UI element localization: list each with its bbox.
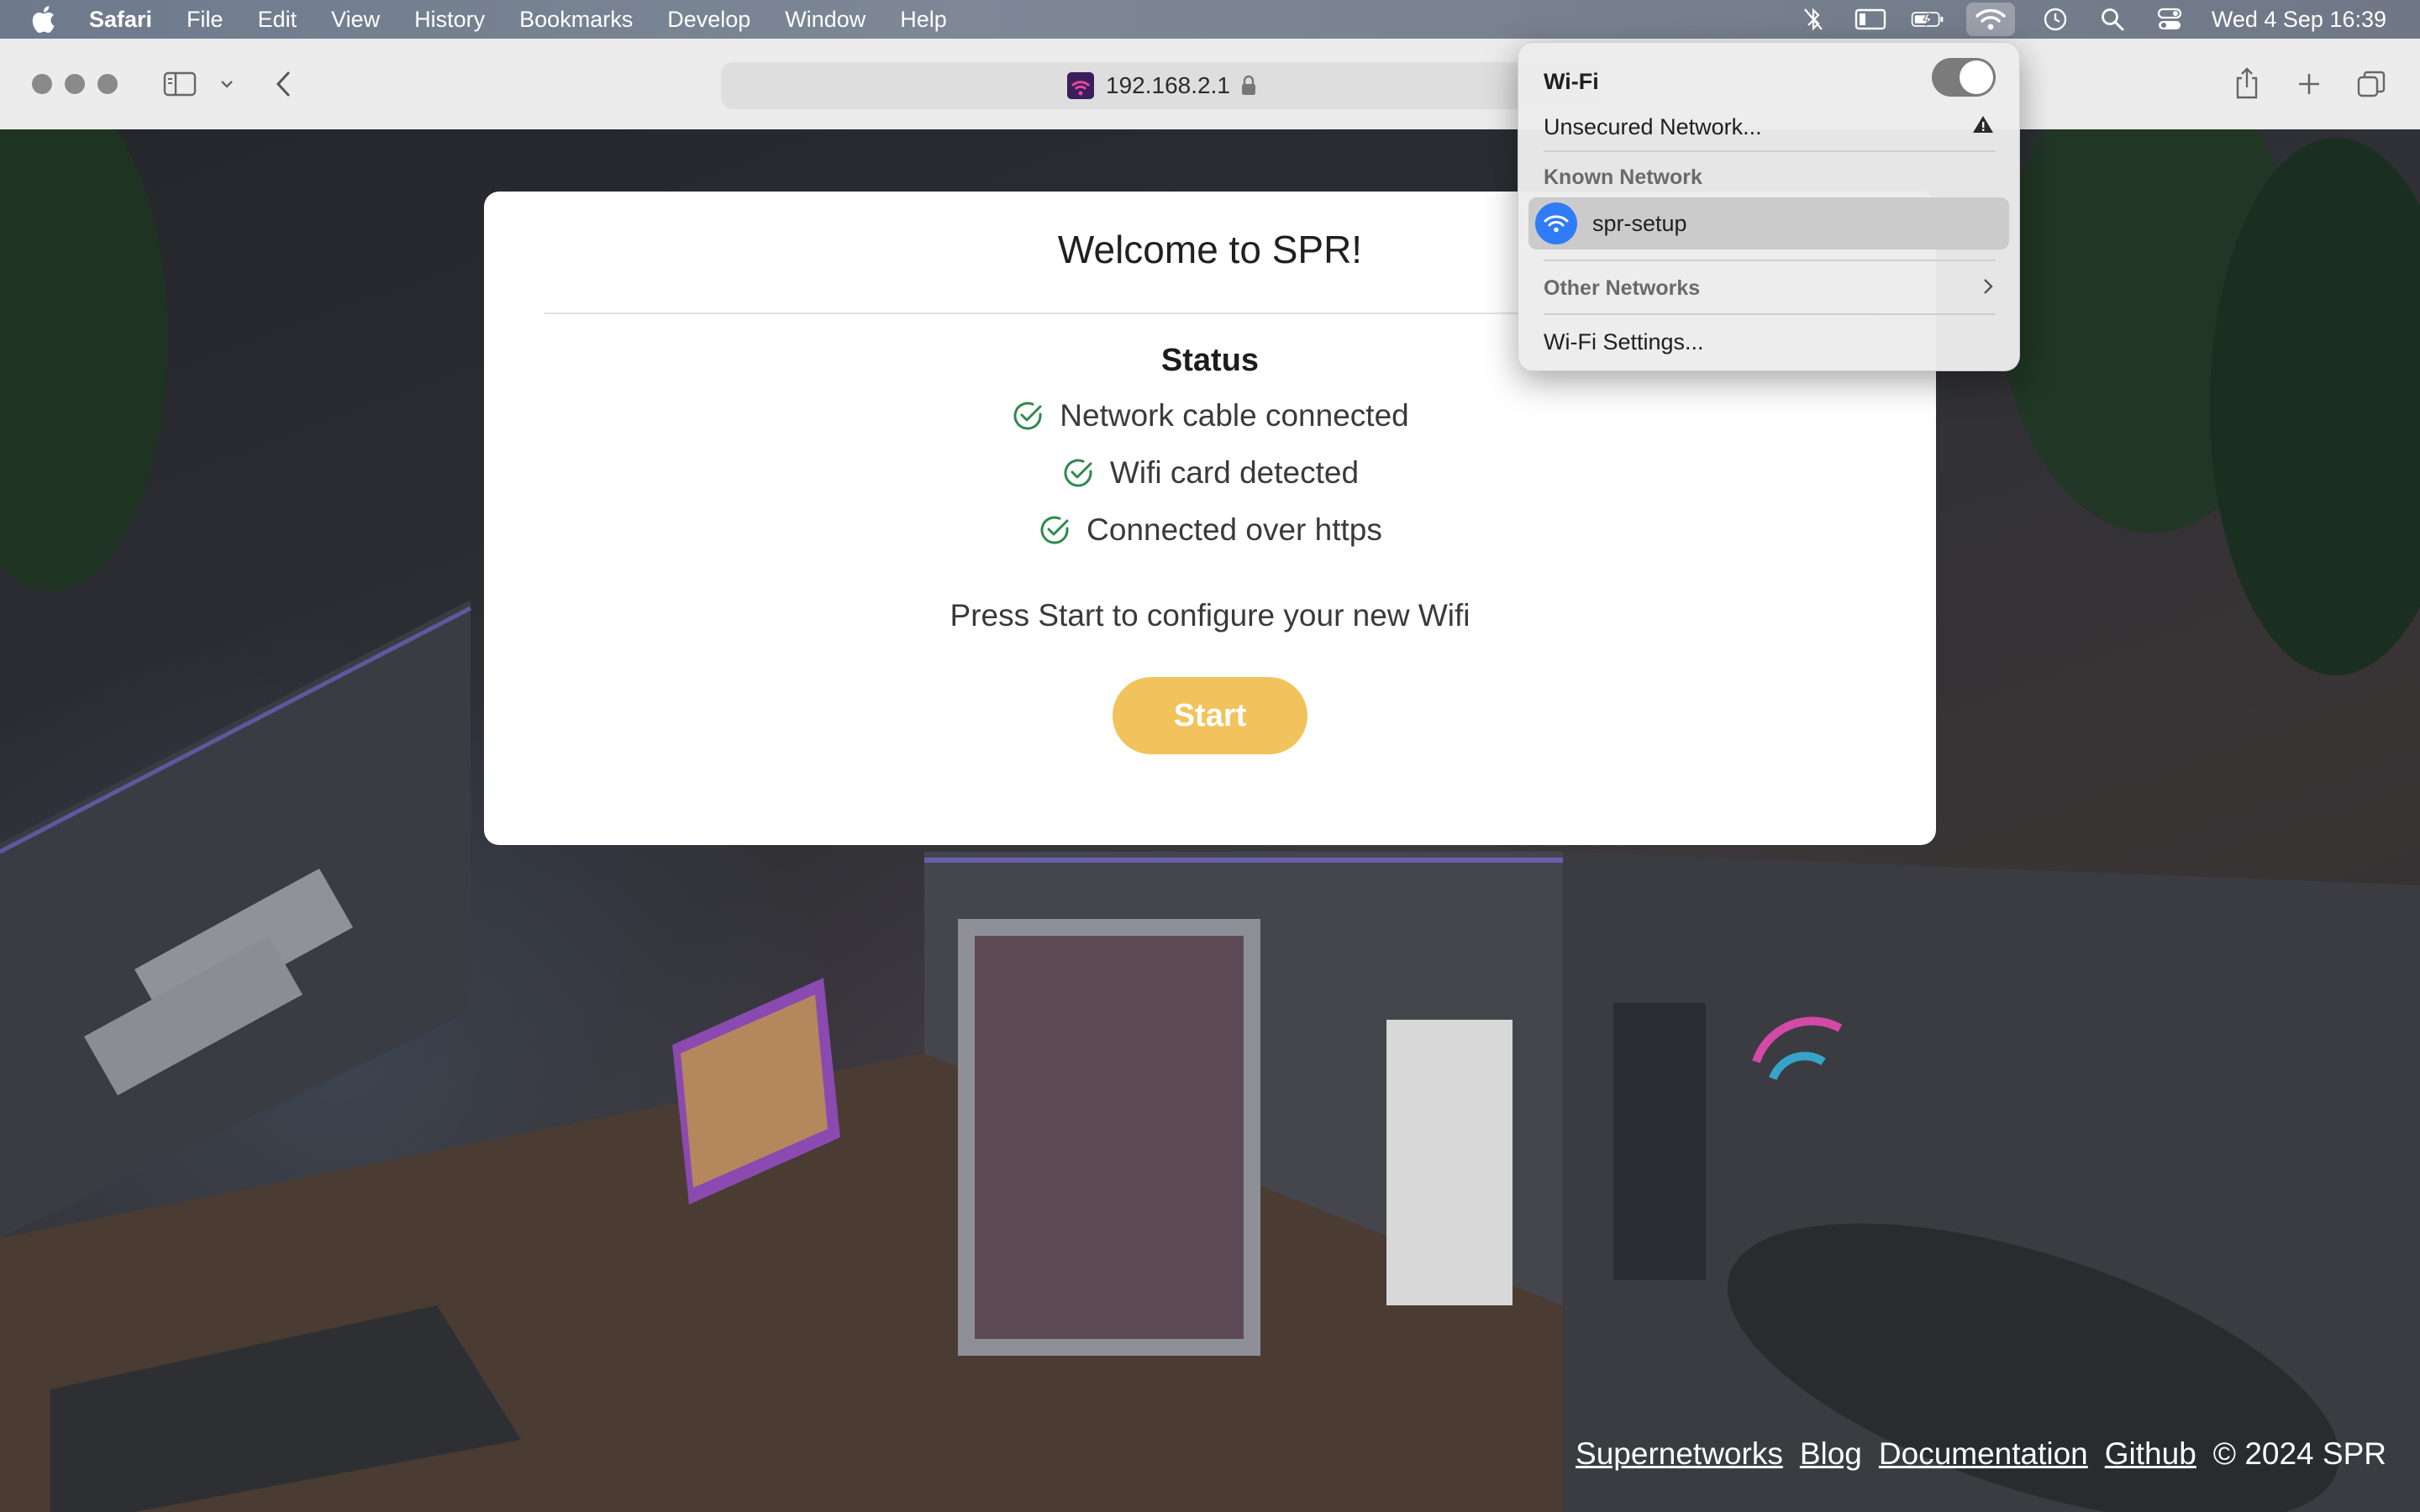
- menu-file[interactable]: File: [187, 7, 224, 33]
- known-network-item[interactable]: spr-setup: [1528, 197, 2009, 249]
- unsecured-network-item[interactable]: Unsecured Network...: [1544, 110, 1994, 144]
- spotlight-icon[interactable]: [2096, 3, 2129, 36]
- page-footer: Supernetworks Blog Documentation Github …: [1576, 1436, 2386, 1472]
- apple-logo-icon[interactable]: [30, 5, 59, 34]
- known-network-name: spr-setup: [1592, 210, 1687, 236]
- address-bar[interactable]: 192.168.2.1: [721, 62, 1603, 109]
- window-controls: [32, 74, 118, 94]
- address-text: 192.168.2.1: [1106, 72, 1230, 98]
- minimize-window-button[interactable]: [65, 74, 85, 94]
- new-tab-icon[interactable]: [2292, 67, 2326, 101]
- menu-help[interactable]: Help: [900, 7, 947, 33]
- wifi-settings-label: Wi-Fi Settings...: [1544, 328, 1704, 354]
- control-center-icon[interactable]: [2153, 3, 2186, 36]
- menu-app-name[interactable]: Safari: [89, 7, 152, 33]
- menu-bookmarks[interactable]: Bookmarks: [519, 7, 633, 33]
- check-circle-icon: [1038, 513, 1071, 547]
- footer-link-github[interactable]: Github: [2105, 1436, 2196, 1472]
- status-item: Network cable connected: [484, 398, 1936, 433]
- menu-clock[interactable]: Wed 4 Sep 16:39: [2212, 7, 2386, 33]
- wifi-settings-item[interactable]: Wi-Fi Settings...: [1544, 325, 1994, 359]
- browser-toolbar: 192.168.2.1: [0, 39, 2420, 130]
- menu-bar: Safari File Edit View History Bookmarks …: [0, 0, 2420, 39]
- status-text: Network cable connected: [1060, 398, 1409, 433]
- wifi-network-icon: [1535, 202, 1577, 244]
- status-item: Connected over https: [484, 512, 1936, 548]
- unsecured-network-label: Unsecured Network...: [1544, 113, 1762, 139]
- warning-icon: [1972, 114, 1994, 140]
- chevron-right-icon: [1982, 276, 1994, 302]
- menu-separator: [1544, 150, 1996, 152]
- wifi-toggle[interactable]: [1932, 58, 1996, 97]
- menu-history[interactable]: History: [414, 7, 485, 33]
- bluetooth-off-icon[interactable]: [1797, 3, 1830, 36]
- menu-edit[interactable]: Edit: [258, 7, 297, 33]
- status-text: Wifi card detected: [1109, 455, 1360, 490]
- wifi-menu-title: Wi-Fi: [1544, 68, 1599, 94]
- close-window-button[interactable]: [32, 74, 52, 94]
- start-button[interactable]: Start: [1113, 677, 1307, 754]
- footer-copyright: © 2024 SPR: [2212, 1436, 2386, 1471]
- status-item: Wifi card detected: [484, 455, 1936, 491]
- footer-link-documentation[interactable]: Documentation: [1879, 1436, 2088, 1472]
- menu-separator: [1544, 260, 1996, 261]
- other-networks-item[interactable]: Other Networks: [1544, 271, 1994, 305]
- known-network-header: Known Network: [1544, 165, 1702, 189]
- other-networks-label: Other Networks: [1544, 276, 1701, 300]
- menu-develop[interactable]: Develop: [667, 7, 750, 33]
- menu-view[interactable]: View: [331, 7, 380, 33]
- tab-overview-icon[interactable]: [2354, 67, 2388, 101]
- start-hint: Press Start to configure your new Wifi: [950, 598, 1470, 633]
- menu-window[interactable]: Window: [785, 7, 865, 33]
- status-text: Connected over https: [1086, 512, 1382, 547]
- screen-mirroring-icon[interactable]: [1854, 3, 1887, 36]
- sidebar-toggle-icon[interactable]: [161, 69, 198, 99]
- chevron-down-icon[interactable]: [217, 76, 237, 92]
- footer-link-supernetworks[interactable]: Supernetworks: [1576, 1436, 1783, 1472]
- footer-link-blog[interactable]: Blog: [1800, 1436, 1862, 1472]
- share-icon[interactable]: [2230, 64, 2264, 102]
- zoom-window-button[interactable]: [97, 74, 118, 94]
- site-favicon-icon: [1067, 72, 1095, 99]
- time-machine-icon[interactable]: [2039, 3, 2072, 36]
- lock-icon: [1240, 75, 1257, 97]
- check-circle-icon: [1061, 456, 1095, 490]
- web-page: Welcome to SPR! Status Network cable con…: [0, 129, 2420, 1512]
- check-circle-icon: [1011, 399, 1044, 433]
- back-icon[interactable]: [271, 67, 296, 101]
- wifi-menu: Wi-Fi Unsecured Network... Known Network…: [1518, 42, 2020, 371]
- wifi-icon[interactable]: [1965, 3, 2015, 36]
- menu-separator: [1544, 313, 1996, 315]
- battery-charging-icon[interactable]: [1911, 3, 1944, 36]
